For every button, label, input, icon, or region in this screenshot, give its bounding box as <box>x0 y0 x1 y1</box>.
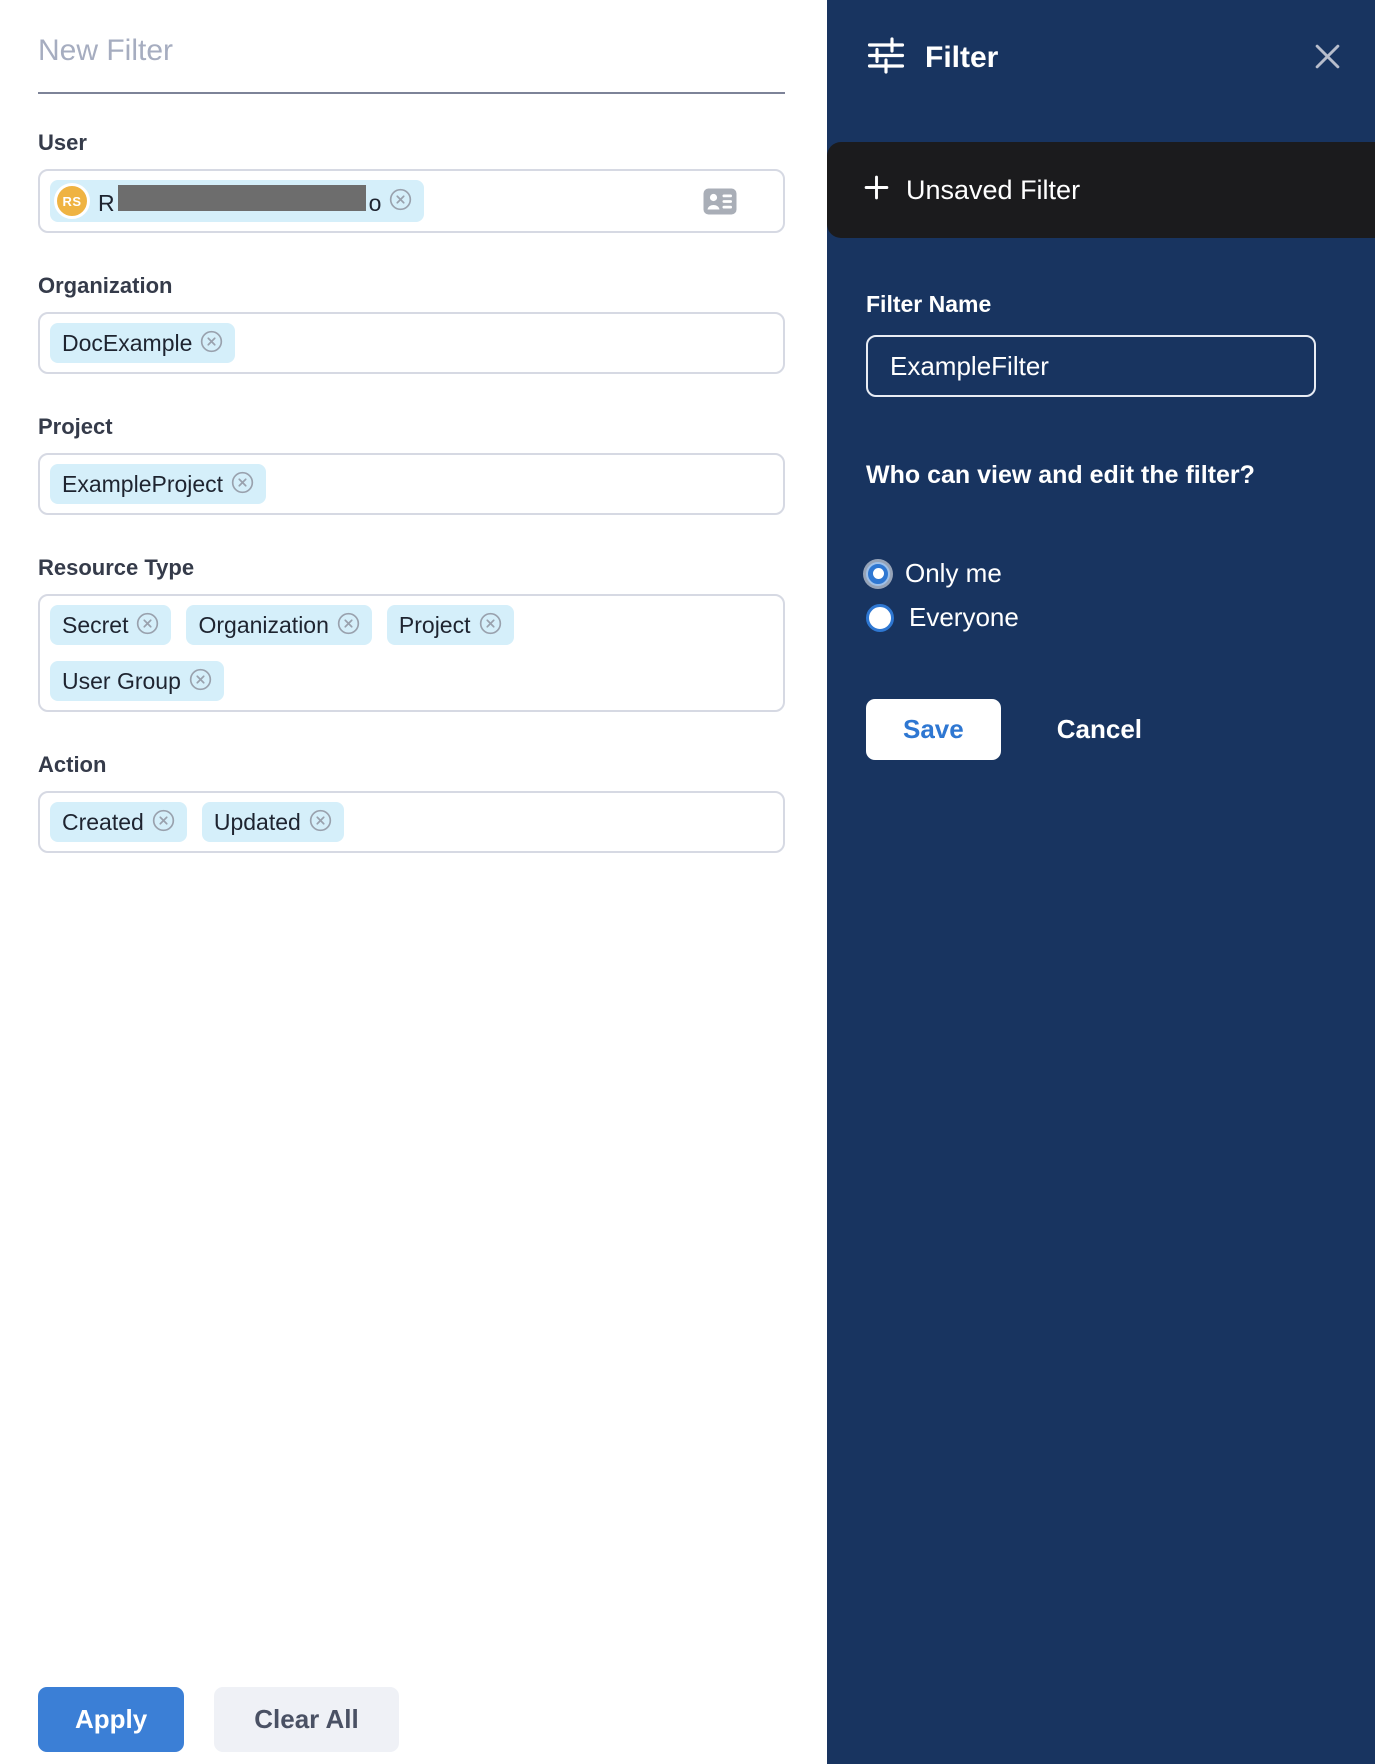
remove-icon <box>152 809 175 835</box>
filter-name-label: Filter Name <box>866 291 1341 318</box>
unsaved-filter-tab[interactable]: Unsaved Filter <box>827 142 1375 238</box>
filter-name-input[interactable] <box>866 335 1316 397</box>
remove-secret-chip-button[interactable] <box>136 612 159 638</box>
user-field-input[interactable]: RS Ro <box>38 169 785 233</box>
remove-created-chip-button[interactable] <box>152 809 175 835</box>
remove-icon <box>189 668 212 694</box>
organization-chip: DocExample <box>50 323 235 363</box>
filter-title-input[interactable] <box>38 34 785 68</box>
project-field-input[interactable]: ExampleProject <box>38 453 785 515</box>
contact-card-icon[interactable] <box>703 188 737 215</box>
remove-icon <box>231 471 254 497</box>
filter-screen: User RS Ro <box>0 0 1375 1764</box>
action-chip-updated: Updated <box>202 802 344 842</box>
title-divider <box>38 92 785 94</box>
radio-unselected-icon <box>866 604 894 632</box>
user-chip: RS Ro <box>50 180 424 222</box>
remove-organization-chip-button[interactable] <box>200 330 223 356</box>
remove-user-chip-button[interactable] <box>389 188 412 214</box>
remove-icon <box>479 612 502 638</box>
cancel-button[interactable]: Cancel <box>1051 713 1148 746</box>
unsaved-filter-label: Unsaved Filter <box>906 175 1080 206</box>
remove-project-type-chip-button[interactable] <box>479 612 502 638</box>
user-avatar: RS <box>54 183 90 219</box>
radio-label: Everyone <box>909 602 1019 633</box>
resource-chip-organization: Organization <box>186 605 371 645</box>
radio-label: Only me <box>905 558 1002 589</box>
user-chip-name: Ro <box>98 185 381 217</box>
close-panel-button[interactable] <box>1314 43 1341 73</box>
remove-icon <box>337 612 360 638</box>
organization-field-input[interactable]: DocExample <box>38 312 785 374</box>
project-chip: ExampleProject <box>50 464 266 504</box>
remove-icon <box>309 809 332 835</box>
panel-action-buttons: Save Cancel <box>866 699 1341 760</box>
action-field-input[interactable]: Created Updated <box>38 791 785 853</box>
user-field-label: User <box>38 130 785 156</box>
radio-option-everyone[interactable]: Everyone <box>866 602 1341 633</box>
plus-icon <box>863 174 890 206</box>
resource-chip-secret: Secret <box>50 605 171 645</box>
sliders-icon <box>865 36 907 80</box>
save-button[interactable]: Save <box>866 699 1001 760</box>
resource-type-field-input[interactable]: Secret Organization Project <box>38 594 785 712</box>
form-action-buttons: Apply Clear All <box>38 1687 399 1752</box>
project-field-label: Project <box>38 414 785 440</box>
filter-side-panel: Filter Unsaved Filter Filter Name Who ca… <box>827 0 1375 1764</box>
remove-icon <box>136 612 159 638</box>
close-icon <box>1314 43 1341 73</box>
remove-user-group-chip-button[interactable] <box>189 668 212 694</box>
filter-form-panel: User RS Ro <box>0 0 827 1764</box>
radio-option-only-me[interactable]: Only me <box>866 558 1341 589</box>
action-field-label: Action <box>38 752 785 778</box>
action-chip-created: Created <box>50 802 187 842</box>
remove-updated-chip-button[interactable] <box>309 809 332 835</box>
remove-icon <box>200 330 223 356</box>
side-panel-header: Filter <box>827 0 1375 80</box>
side-panel-title: Filter <box>925 41 998 75</box>
remove-project-chip-button[interactable] <box>231 471 254 497</box>
visibility-radio-group: Only me Everyone <box>866 558 1341 633</box>
radio-selected-icon <box>866 562 890 586</box>
organization-field-label: Organization <box>38 273 785 299</box>
remove-organization-type-chip-button[interactable] <box>337 612 360 638</box>
redacted-name-bar <box>118 185 366 211</box>
resource-type-field-label: Resource Type <box>38 555 785 581</box>
visibility-question: Who can view and edit the filter? <box>866 461 1341 490</box>
resource-chip-user-group: User Group <box>50 661 224 701</box>
apply-button[interactable]: Apply <box>38 1687 184 1752</box>
remove-icon <box>389 188 412 214</box>
clear-all-button[interactable]: Clear All <box>214 1687 399 1752</box>
resource-chip-project: Project <box>387 605 514 645</box>
